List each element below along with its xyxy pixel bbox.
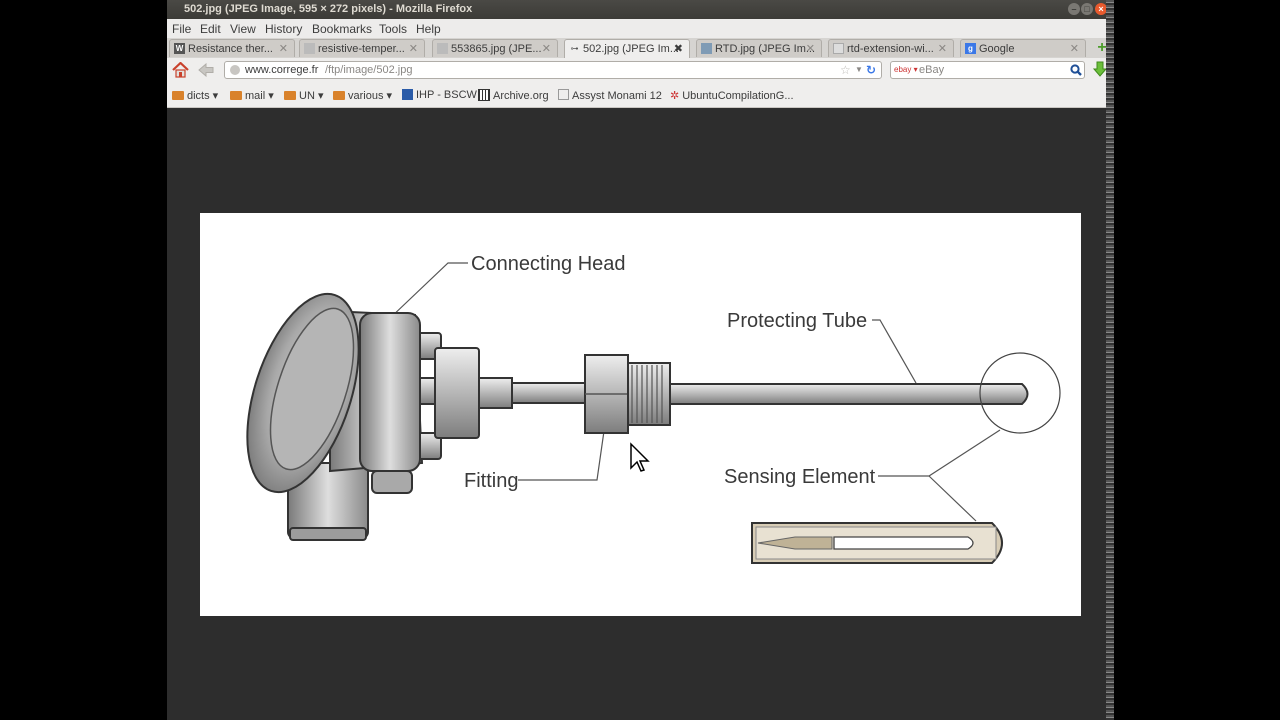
tab-bar: W Resistance ther... ✕ resistive-temper.… — [167, 38, 1111, 59]
connecting-head — [246, 292, 480, 541]
tab-label: rtd-extension-wi... — [847, 43, 934, 55]
bookmark-folder-dicts[interactable]: dicts ▾ — [172, 89, 218, 102]
image-icon — [304, 43, 315, 54]
bookmark-label: various — [348, 90, 384, 102]
download-icon[interactable] — [1093, 61, 1107, 79]
ubuntu-icon: ✲ — [670, 90, 680, 102]
bookmark-folder-mail[interactable]: mail ▾ — [230, 89, 274, 102]
desktop-edge — [1106, 0, 1114, 720]
bookmark-label: Archive.org — [493, 90, 549, 102]
bookmark-folder-un[interactable]: UN ▾ — [284, 89, 323, 102]
close-tab-icon[interactable]: ✕ — [409, 40, 418, 57]
menu-tools[interactable]: Tools — [379, 22, 407, 36]
tab-resistive-temperature[interactable]: resistive-temper... ✕ — [299, 39, 425, 57]
navigation-bar: www.correge.fr/ftp/image/502.jpg ☆ ▼ ↻ e… — [167, 58, 1111, 83]
label-sensing-element: Sensing Element — [724, 466, 876, 488]
home-icon[interactable] — [172, 62, 189, 78]
firefox-window: 502.jpg (JPEG Image, 595 × 272 pixels) -… — [167, 0, 1111, 720]
bscw-icon — [402, 89, 413, 100]
menu-bar: File Edit View History Bookmarks Tools H… — [167, 19, 1111, 38]
fitting-thread — [627, 362, 671, 426]
tab-resistance-thermometer[interactable]: W Resistance ther... ✕ — [169, 39, 295, 57]
menu-view[interactable]: View — [230, 22, 256, 36]
title-bar: 502.jpg (JPEG Image, 595 × 272 pixels) -… — [167, 0, 1111, 19]
close-tab-icon[interactable]: ✕ — [1070, 40, 1079, 57]
close-tab-icon[interactable]: ✕ — [279, 40, 288, 57]
page-icon — [558, 89, 569, 100]
bookmark-star-icon[interactable]: ☆ — [840, 62, 851, 78]
window-title: 502.jpg (JPEG Image, 595 × 272 pixels) -… — [184, 3, 473, 15]
rtd-diagram-image: Connecting Head Protecting Tube Fitting … — [200, 213, 1081, 616]
menu-history[interactable]: History — [265, 22, 302, 36]
google-icon: g — [965, 43, 976, 54]
tab-label: 553865.jpg (JPE... — [451, 43, 542, 55]
image-icon: ⊶ — [570, 44, 579, 53]
ebay-engine-icon[interactable]: ebay ▾ — [894, 62, 918, 78]
menu-edit[interactable]: Edit — [200, 22, 221, 36]
image-icon — [833, 43, 844, 54]
bookmark-ubuntu-compilation[interactable]: ✲ UbuntuCompilationG... — [670, 89, 794, 102]
menu-file[interactable]: File — [172, 22, 191, 36]
close-tab-icon[interactable]: ✖ — [674, 40, 683, 58]
bookmark-label: Assyst Monami 12 — [572, 90, 662, 102]
bookmarks-toolbar: dicts ▾ mail ▾ UN ▾ various ▾ IHP - BSCW… — [167, 83, 1111, 108]
folder-icon — [230, 91, 242, 100]
reload-icon[interactable]: ↻ — [866, 62, 876, 78]
folder-icon — [284, 91, 296, 100]
archive-icon — [478, 89, 490, 101]
tab-label: resistive-temper... — [318, 43, 405, 55]
folder-icon — [172, 91, 184, 100]
bookmark-ihp-bscw[interactable]: IHP - BSCW — [402, 89, 477, 101]
tube-assembly — [478, 354, 1029, 434]
bookmark-label: mail — [245, 90, 266, 102]
image-icon — [701, 43, 712, 54]
wikipedia-icon: W — [174, 43, 185, 54]
menu-bookmarks[interactable]: Bookmarks — [312, 22, 372, 36]
tab-label: 502.jpg (JPEG Im... — [583, 43, 679, 55]
tab-label: Resistance ther... — [188, 43, 273, 55]
search-input[interactable]: eBay — [919, 62, 944, 78]
label-connecting-head: Connecting Head — [471, 253, 626, 275]
search-icon[interactable] — [1070, 64, 1082, 76]
bookmark-assyst-monami[interactable]: Assyst Monami 12 — [558, 89, 662, 102]
tab-rtd[interactable]: RTD.jpg (JPEG Im... ✕ — [696, 39, 822, 57]
tab-label: RTD.jpg (JPEG Im... — [715, 43, 816, 55]
back-icon[interactable] — [198, 63, 214, 77]
bookmark-label: UbuntuCompilationG... — [682, 90, 794, 102]
bookmark-label: dicts — [187, 90, 210, 102]
maximize-button[interactable]: □ — [1081, 3, 1093, 15]
sensing-element — [751, 522, 1003, 564]
tab-rtd-extension[interactable]: rtd-extension-wi... ✕ — [828, 39, 954, 57]
bookmark-archive-org[interactable]: Archive.org — [478, 89, 549, 102]
site-identity-icon[interactable] — [230, 65, 240, 75]
bookmark-label: IHP - BSCW — [416, 89, 477, 101]
bookmark-folder-various[interactable]: various ▾ — [333, 89, 392, 102]
page-content: Connecting Head Protecting Tube Fitting … — [167, 108, 1111, 720]
menu-help[interactable]: Help — [416, 22, 441, 36]
close-tab-icon[interactable]: ✕ — [542, 40, 551, 57]
search-bar[interactable]: ebay ▾ eBay — [890, 61, 1085, 79]
url-host: www.correge.fr — [245, 64, 319, 76]
close-tab-icon[interactable]: ✕ — [806, 40, 815, 57]
tab-502[interactable]: ⊶ 502.jpg (JPEG Im... ✖ — [564, 39, 690, 58]
protecting-tube — [669, 383, 1029, 405]
url-bar[interactable]: www.correge.fr/ftp/image/502.jpg ☆ ▼ ↻ — [224, 61, 882, 79]
tab-553865[interactable]: 553865.jpg (JPE... ✕ — [432, 39, 558, 57]
image-icon — [437, 43, 448, 54]
minimize-button[interactable]: – — [1068, 3, 1080, 15]
label-fitting: Fitting — [464, 470, 518, 492]
mouse-cursor-icon — [630, 442, 650, 472]
rtd-diagram: Connecting Head Protecting Tube Fitting … — [246, 253, 1061, 564]
tab-label: Google — [979, 43, 1015, 55]
tab-google[interactable]: g Google ✕ — [960, 39, 1086, 57]
url-dropdown-icon[interactable]: ▼ — [855, 62, 863, 78]
close-tab-icon[interactable]: ✕ — [938, 40, 947, 57]
label-protecting-tube: Protecting Tube — [727, 310, 867, 332]
bookmark-label: UN — [299, 90, 315, 102]
folder-icon — [333, 91, 345, 100]
url-path: /ftp/image/502.jpg — [325, 64, 413, 76]
